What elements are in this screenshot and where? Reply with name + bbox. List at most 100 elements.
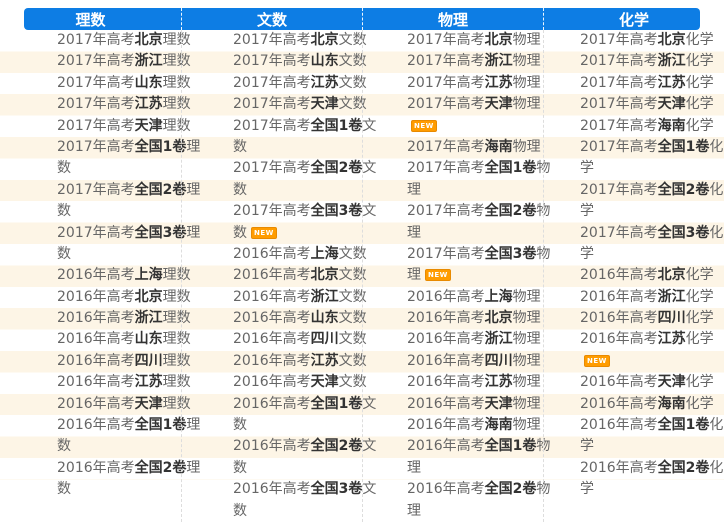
paper-title-line: 2016年高考四川化学 [580, 308, 724, 329]
exam-paper-item[interactable]: 2017年高考天津物理NEW [407, 94, 543, 137]
paper-title-line: 2017年高考天津物理 [407, 94, 543, 115]
tab-science-math[interactable]: 理数 [0, 8, 181, 30]
exam-paper-item[interactable]: 2017年高考全国3卷理数 [57, 223, 181, 266]
exam-paper-item[interactable]: 2017年高考北京理数 [57, 30, 181, 51]
tab-chemistry[interactable]: 化学 [543, 8, 724, 30]
exam-paper-item[interactable]: 2016年高考上海物理 [407, 287, 543, 308]
exam-paper-item[interactable]: 2016年高考海南化学 [580, 394, 724, 415]
exam-paper-item[interactable]: 2016年高考海南物理 [407, 415, 543, 436]
paper-title-line: 2017年高考全国2卷化 [580, 180, 724, 201]
exam-paper-item[interactable]: 2016年高考全国2卷物理 [407, 479, 543, 522]
exam-paper-item[interactable]: 2016年高考天津物理 [407, 394, 543, 415]
exam-paper-item[interactable]: 2017年高考全国2卷文数 [233, 158, 362, 201]
exam-paper-item[interactable]: 2017年高考天津理数 [57, 116, 181, 137]
paper-title-line: 学 [580, 158, 724, 179]
paper-title-line: 2017年高考江苏物理 [407, 73, 543, 94]
exam-paper-item[interactable]: 2017年高考全国1卷化学 [580, 137, 724, 180]
paper-title-line: 2017年高考天津文数 [233, 94, 362, 115]
exam-paper-item[interactable]: 2016年高考全国2卷文数 [233, 436, 362, 479]
exam-paper-item[interactable]: 2016年高考山东理数 [57, 329, 181, 350]
exam-paper-item[interactable]: 2016年高考江苏化学NEW [580, 329, 724, 372]
paper-title-line: 数 [57, 436, 181, 457]
paper-title-line: 2017年高考全国1卷化 [580, 137, 724, 158]
exam-paper-item[interactable]: 2016年高考浙江理数 [57, 308, 181, 329]
exam-paper-item[interactable]: 2017年高考全国2卷理数 [57, 180, 181, 223]
exam-paper-item[interactable]: 2016年高考北京理数 [57, 287, 181, 308]
paper-list-chemistry: 2017年高考北京化学2017年高考浙江化学2017年高考江苏化学2017年高考… [543, 30, 724, 522]
paper-title-line: 2016年高考全国2卷文 [233, 436, 362, 457]
exam-paper-item[interactable]: 2017年高考全国3卷物理NEW [407, 244, 543, 287]
paper-title-line: 2016年高考浙江文数 [233, 287, 362, 308]
exam-paper-item[interactable]: 2016年高考天津理数 [57, 394, 181, 415]
paper-title-line: 理NEW [407, 265, 543, 286]
exam-paper-item[interactable]: 2016年高考浙江文数 [233, 287, 362, 308]
exam-paper-item[interactable]: 2017年高考山东文数 [233, 51, 362, 72]
exam-paper-item[interactable]: 2016年高考四川物理 [407, 351, 543, 372]
exam-paper-item[interactable]: 2016年高考上海理数 [57, 265, 181, 286]
exam-paper-item[interactable]: 2017年高考北京文数 [233, 30, 362, 51]
exam-paper-item[interactable]: 2016年高考全国1卷理数 [57, 415, 181, 458]
exam-paper-item[interactable]: 2017年高考北京物理 [407, 30, 543, 51]
tab-arts-math[interactable]: 文数 [181, 8, 362, 30]
exam-paper-panel: 理数文数物理化学 2017年高考北京理数2017年高考浙江理数2017年高考山东… [0, 8, 724, 488]
paper-title-line: 2017年高考全国3卷化 [580, 223, 724, 244]
exam-paper-item[interactable]: 2017年高考全国3卷化学 [580, 223, 724, 266]
paper-title-line: 2017年高考浙江理数 [57, 51, 181, 72]
paper-title-line: NEW [407, 116, 543, 137]
exam-paper-item[interactable]: 2016年高考全国2卷化学 [580, 458, 724, 501]
paper-title-line: 数 [233, 137, 362, 158]
exam-paper-item[interactable]: 2016年高考浙江物理 [407, 329, 543, 350]
exam-paper-item[interactable]: 2016年高考北京化学 [580, 265, 724, 286]
exam-paper-item[interactable]: 2016年高考四川文数 [233, 329, 362, 350]
exam-paper-item[interactable]: 2017年高考江苏理数 [57, 94, 181, 115]
exam-paper-item[interactable]: 2017年高考浙江理数 [57, 51, 181, 72]
exam-paper-item[interactable]: 2017年高考海南化学 [580, 116, 724, 137]
exam-paper-item[interactable]: 2016年高考上海文数 [233, 244, 362, 265]
exam-paper-item[interactable]: 2016年高考全国3卷文数 [233, 479, 362, 522]
exam-paper-item[interactable]: 2017年高考全国1卷物理 [407, 158, 543, 201]
exam-paper-item[interactable]: 2017年高考全国3卷文数NEW [233, 201, 362, 244]
exam-paper-item[interactable]: 2016年高考北京物理 [407, 308, 543, 329]
exam-paper-item[interactable]: 2016年高考北京文数 [233, 265, 362, 286]
exam-paper-item[interactable]: 2017年高考全国2卷化学 [580, 180, 724, 223]
paper-title-line: 2017年高考江苏文数 [233, 73, 362, 94]
paper-title-line: 2016年高考山东理数 [57, 329, 181, 350]
exam-paper-item[interactable]: 2017年高考山东理数 [57, 73, 181, 94]
exam-paper-item[interactable]: 2016年高考浙江化学 [580, 287, 724, 308]
exam-paper-item[interactable]: 2017年高考江苏文数 [233, 73, 362, 94]
exam-paper-item[interactable]: 2017年高考全国2卷物理 [407, 201, 543, 244]
paper-title-line: 2016年高考上海文数 [233, 244, 362, 265]
exam-paper-item[interactable]: 2017年高考全国1卷理数 [57, 137, 181, 180]
exam-paper-item[interactable]: 2016年高考全国1卷文数 [233, 394, 362, 437]
exam-paper-item[interactable]: 2016年高考山东文数 [233, 308, 362, 329]
exam-paper-item[interactable]: 2016年高考四川化学 [580, 308, 724, 329]
exam-paper-item[interactable]: 2016年高考四川理数 [57, 351, 181, 372]
exam-paper-item[interactable]: 2016年高考天津文数 [233, 372, 362, 393]
exam-paper-item[interactable]: 2017年高考江苏化学 [580, 73, 724, 94]
paper-title-line: 2017年高考全国3卷物 [407, 244, 543, 265]
exam-paper-item[interactable]: 2016年高考江苏文数 [233, 351, 362, 372]
paper-title-line: 2016年高考天津化学 [580, 372, 724, 393]
paper-title-line: 2017年高考北京物理 [407, 30, 543, 51]
exam-paper-item[interactable]: 2016年高考天津化学 [580, 372, 724, 393]
exam-paper-item[interactable]: 2017年高考天津化学 [580, 94, 724, 115]
exam-paper-item[interactable]: 2016年高考江苏物理 [407, 372, 543, 393]
exam-paper-item[interactable]: 2017年高考天津文数 [233, 94, 362, 115]
paper-title-line: 理 [407, 501, 543, 522]
exam-paper-item[interactable]: 2017年高考江苏物理 [407, 73, 543, 94]
exam-paper-item[interactable]: 2016年高考全国2卷理数 [57, 458, 181, 501]
exam-paper-item[interactable]: 2016年高考江苏理数 [57, 372, 181, 393]
paper-title-line: 2016年高考江苏化学 [580, 329, 724, 350]
exam-paper-item[interactable]: 2017年高考浙江物理 [407, 51, 543, 72]
exam-paper-item[interactable]: 2016年高考全国1卷物理 [407, 436, 543, 479]
paper-title-line: 2016年高考江苏理数 [57, 372, 181, 393]
paper-title-line: 2017年高考山东理数 [57, 73, 181, 94]
exam-paper-item[interactable]: 2017年高考海南物理 [407, 137, 543, 158]
tab-physics[interactable]: 物理 [362, 8, 543, 30]
exam-paper-item[interactable]: 2017年高考北京化学 [580, 30, 724, 51]
exam-paper-item[interactable]: 2017年高考浙江化学 [580, 51, 724, 72]
exam-paper-item[interactable]: 2016年高考全国1卷化学 [580, 415, 724, 458]
exam-paper-item[interactable]: 2017年高考全国1卷文数 [233, 116, 362, 159]
paper-title-line: 2017年高考天津化学 [580, 94, 724, 115]
paper-title-line: 数 [233, 458, 362, 479]
